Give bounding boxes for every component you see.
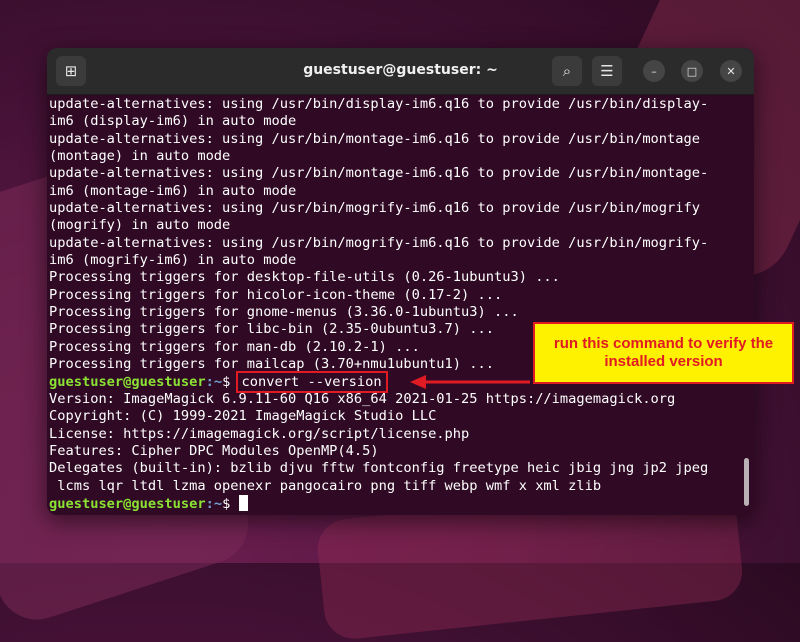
close-button[interactable]: ✕ (720, 60, 742, 82)
output-line: update-alternatives: using /usr/bin/mogr… (49, 234, 709, 251)
result-line: Features: Cipher DPC Modules OpenMP(4.5) (49, 442, 379, 459)
output-line: im6 (mogrify-im6) in auto mode (49, 252, 297, 269)
output-line: Processing triggers for hicolor-icon-the… (49, 286, 503, 303)
terminal-output[interactable]: update-alternatives: using /usr/bin/disp… (47, 94, 754, 515)
text-cursor (238, 494, 248, 511)
result-line: Copyright: (C) 1999-2021 ImageMagick Stu… (49, 408, 437, 425)
result-line: License: https://imagemagick.org/script/… (49, 425, 470, 442)
output-line: update-alternatives: using /usr/bin/mont… (49, 165, 709, 182)
output-line: Processing triggers for gnome-menus (3.3… (49, 304, 519, 321)
highlighted-command: convert --version (235, 370, 388, 393)
prompt-user: guestuser@guestuser (49, 373, 206, 390)
result-line: Delegates (built-in): bzlib djvu fftw fo… (49, 460, 709, 477)
minimize-button[interactable]: – (643, 60, 665, 82)
annotation-callout: run this command to verify the installed… (533, 322, 794, 384)
prompt-symbol: $ (222, 495, 239, 512)
prompt-path: :~ (205, 495, 223, 512)
maximize-button[interactable]: □ (681, 60, 703, 82)
callout-text: run this command to verify the installed… (553, 335, 774, 370)
minimize-icon: – (651, 64, 657, 78)
title-bar: ⊞ guestuser@guestuser: ~ ⌕ ☰ – □ ✕ (47, 48, 754, 95)
prompt-user: guestuser@guestuser (49, 495, 206, 512)
search-button[interactable]: ⌕ (552, 56, 582, 86)
output-line: (mogrify) in auto mode (49, 217, 231, 234)
scrollbar[interactable] (744, 458, 749, 506)
prompt-path: :~ (205, 373, 223, 390)
output-line: update-alternatives: using /usr/bin/disp… (49, 96, 709, 112)
annotation-arrow (410, 375, 530, 389)
output-line: update-alternatives: using /usr/bin/mont… (49, 130, 701, 147)
output-line: im6 (display-im6) in auto mode (49, 113, 297, 130)
active-prompt-line[interactable]: guestuser@guestuser:~$ (49, 494, 754, 512)
menu-button[interactable]: ☰ (592, 56, 622, 86)
result-line: lcms lqr ltdl lzma openexr pangocairo pn… (49, 477, 602, 494)
result-line: Version: ImageMagick 6.9.11-60 Q16 x86_6… (49, 390, 676, 407)
prompt-symbol: $ (222, 373, 239, 390)
output-line: update-alternatives: using /usr/bin/mogr… (49, 200, 701, 217)
search-icon: ⌕ (562, 62, 572, 80)
hamburger-menu-icon: ☰ (600, 62, 614, 80)
terminal-window: ⊞ guestuser@guestuser: ~ ⌕ ☰ – □ ✕ updat… (47, 48, 754, 515)
output-line: Processing triggers for desktop-file-uti… (49, 269, 560, 286)
close-icon: ✕ (726, 64, 736, 78)
output-line: im6 (montage-im6) in auto mode (49, 182, 297, 199)
maximize-icon: □ (686, 64, 698, 78)
output-line: (montage) in auto mode (49, 148, 231, 165)
